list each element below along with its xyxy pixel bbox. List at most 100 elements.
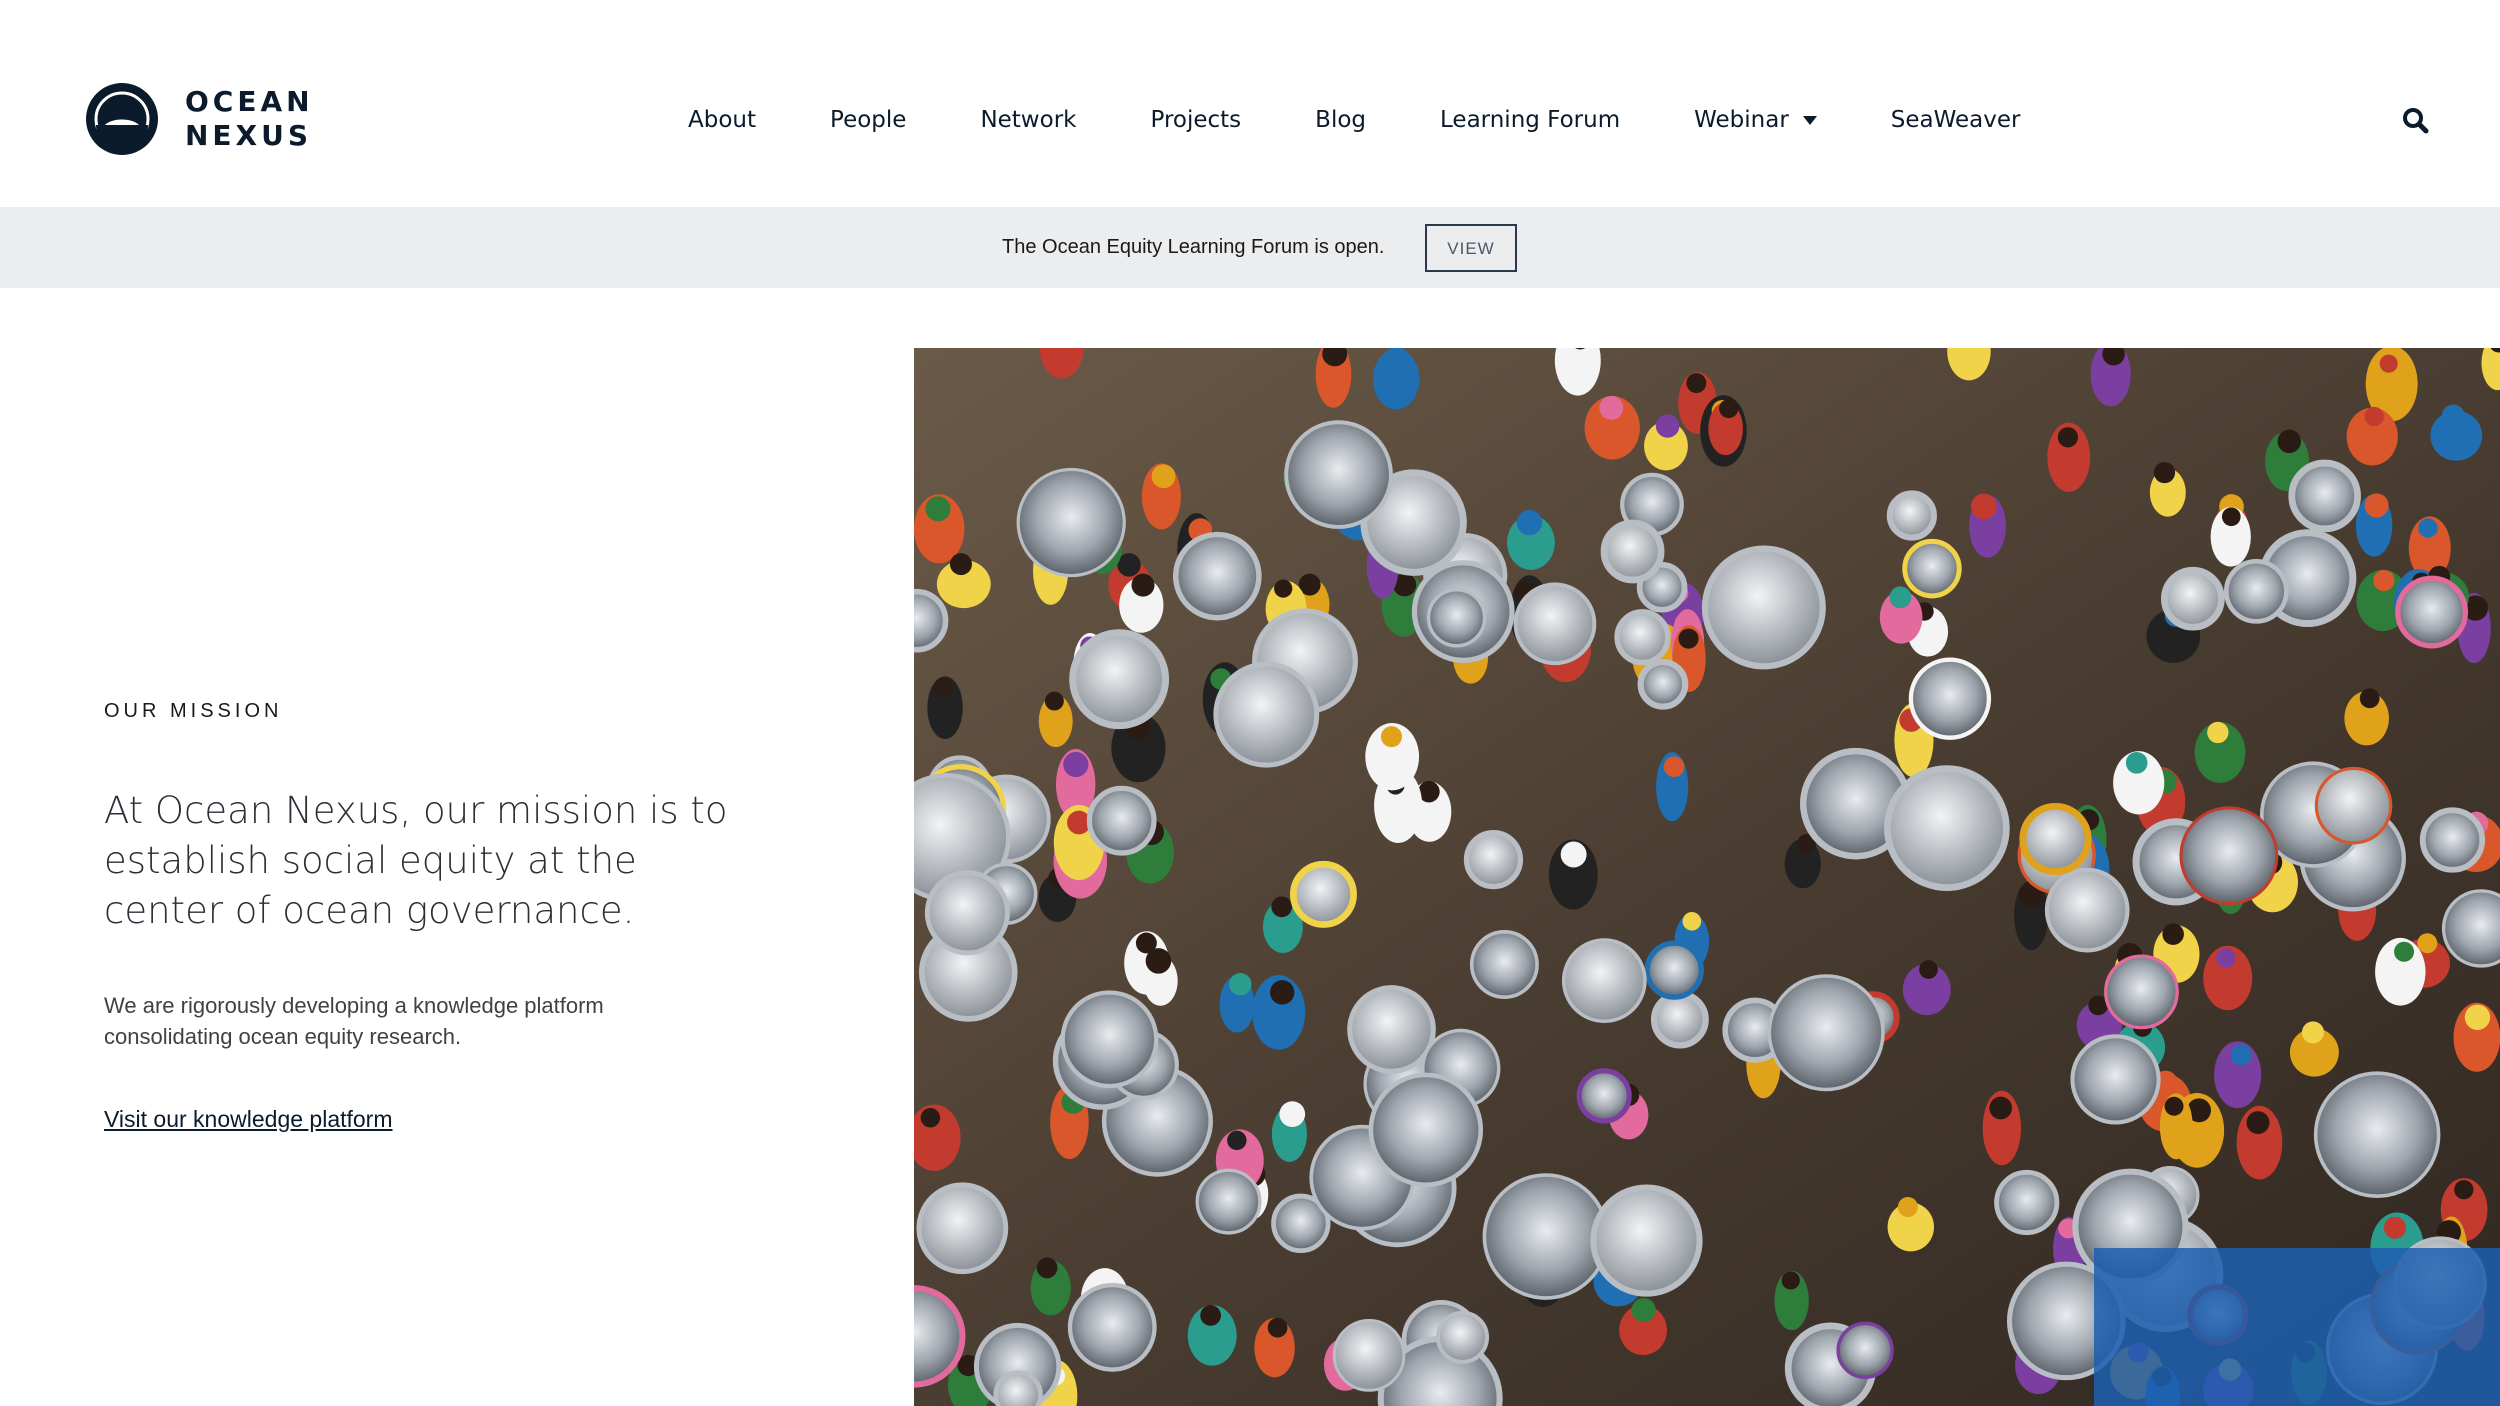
photo-fish-bowl bbox=[2313, 1071, 2441, 1198]
photo-fish-bowl bbox=[1590, 1184, 1703, 1297]
photo-fish-bowl bbox=[1902, 538, 1962, 599]
photo-person bbox=[1141, 463, 1181, 530]
photo-fish-bowl bbox=[914, 588, 949, 653]
nav-item-about[interactable]: About bbox=[688, 107, 756, 133]
nav-item-people[interactable]: People bbox=[830, 107, 906, 133]
photo-fish-bowl bbox=[1637, 658, 1689, 710]
photo-fish-bowl bbox=[1435, 1310, 1490, 1364]
photo-fish-bowl bbox=[2288, 459, 2361, 533]
photo-person bbox=[914, 494, 965, 564]
photo-fish-bowl bbox=[2314, 766, 2393, 845]
photo-person bbox=[1251, 975, 1306, 1050]
photo-fish-bowl bbox=[1284, 420, 1393, 529]
photo-person bbox=[2159, 1093, 2193, 1160]
photo-fish-bowl bbox=[1561, 938, 1647, 1024]
photo-person bbox=[1365, 723, 1420, 791]
nav-item-projects[interactable]: Projects bbox=[1150, 107, 1241, 133]
ocean-nexus-logo[interactable]: OCEAN NEXUS bbox=[83, 80, 314, 158]
photo-fish-bowl bbox=[2019, 802, 2092, 876]
nav-item-seaweaver[interactable]: SeaWeaver bbox=[1891, 107, 2021, 133]
photo-person bbox=[927, 676, 963, 739]
photo-fish-bowl bbox=[2044, 867, 2130, 953]
photo-person bbox=[2113, 751, 2165, 815]
announcement-text: The Ocean Equity Learning Forum is open. bbox=[1002, 236, 1385, 258]
photo-fish-bowl bbox=[2161, 566, 2225, 631]
photo-fish-bowl bbox=[1086, 785, 1157, 856]
photo-fish-bowl bbox=[993, 1370, 1043, 1406]
photo-fish-bowl bbox=[1908, 657, 1992, 740]
photo-fish-bowl bbox=[1060, 990, 1159, 1089]
photo-fish-bowl bbox=[1513, 582, 1597, 666]
photo-fish-bowl bbox=[2223, 559, 2289, 624]
market-photo bbox=[914, 348, 2500, 1406]
search-icon bbox=[2403, 108, 2429, 134]
photo-person bbox=[1187, 1305, 1237, 1366]
photo-person bbox=[2453, 1002, 2500, 1072]
photo-person bbox=[1656, 752, 1689, 822]
photo-fish-bowl bbox=[1332, 1319, 1406, 1392]
site-header: OCEAN NEXUS About People Network Project… bbox=[0, 0, 2500, 207]
photo-fish-bowl bbox=[1650, 990, 1709, 1049]
photo-fish-bowl bbox=[1016, 467, 1126, 578]
nav-item-webinar-label: Webinar bbox=[1694, 107, 1789, 133]
photo-fish-bowl bbox=[1576, 1068, 1632, 1124]
view-button[interactable]: VIEW bbox=[1425, 224, 1517, 272]
photo-fish-bowl bbox=[1469, 930, 1539, 999]
photo-fish-bowl bbox=[1886, 490, 1937, 541]
photo-fish-bowl bbox=[1173, 531, 1262, 621]
mission-heading: At Ocean Nexus, our mission is to establ… bbox=[104, 789, 728, 932]
photo-person bbox=[2194, 721, 2246, 783]
photo-fish-bowl bbox=[1067, 1282, 1157, 1372]
photo-fish-bowl bbox=[2395, 575, 2469, 649]
ocean-nexus-logo-icon bbox=[86, 83, 158, 155]
photo-fish-bowl bbox=[1644, 940, 1704, 1000]
photo-fish-bowl bbox=[1368, 1072, 1484, 1188]
photo-fish-bowl bbox=[1482, 1173, 1610, 1300]
search-button[interactable] bbox=[2400, 105, 2432, 137]
photo-person bbox=[1254, 1317, 1295, 1378]
main-nav: About People Network Projects Blog Learn… bbox=[688, 102, 2020, 138]
photo-fish-bowl bbox=[2070, 1034, 2161, 1125]
section-eyebrow: OUR MISSION bbox=[104, 700, 283, 722]
photo-person bbox=[2203, 945, 2253, 1011]
photo-person bbox=[1982, 1090, 2022, 1166]
photo-person bbox=[2375, 937, 2426, 1006]
photo-person bbox=[2210, 506, 2251, 567]
caret-down-icon bbox=[1802, 115, 1817, 125]
photo-fish-bowl bbox=[1289, 860, 1357, 928]
photo-fish-bowl bbox=[1884, 765, 2010, 891]
mission-body: We are rigorously developing a knowledge… bbox=[104, 993, 604, 1049]
photo-fish-bowl bbox=[1836, 1321, 1894, 1379]
photo-person bbox=[1774, 1270, 1809, 1331]
photo-fish-bowl bbox=[1426, 588, 1487, 648]
nav-item-network[interactable]: Network bbox=[980, 107, 1076, 133]
knowledge-platform-link[interactable]: Visit our knowledge platform bbox=[104, 1106, 393, 1133]
photo-fish-bowl bbox=[2441, 889, 2500, 968]
announcement-bar: The Ocean Equity Learning Forum is open. bbox=[0, 207, 2500, 288]
photo-fish-bowl bbox=[1213, 661, 1320, 768]
photo-fish-bowl bbox=[1463, 829, 1524, 890]
photo-fish-bowl bbox=[1600, 519, 1665, 584]
logo-line-1: OCEAN bbox=[185, 85, 314, 118]
photo-fish-bowl bbox=[1767, 974, 1885, 1092]
photo-fish-bowl bbox=[924, 870, 1010, 956]
photo-blue-tarp bbox=[2094, 1248, 2500, 1406]
photo-fish-bowl bbox=[1614, 609, 1671, 666]
nav-item-learning-forum[interactable]: Learning Forum bbox=[1440, 107, 1620, 133]
nav-item-webinar[interactable]: Webinar bbox=[1694, 107, 1817, 133]
photo-fish-bowl bbox=[1701, 545, 1826, 670]
photo-person bbox=[1584, 395, 1640, 460]
photo-fish-bowl bbox=[2179, 806, 2279, 906]
photo-fish-bowl bbox=[1195, 1168, 1262, 1235]
photo-person bbox=[2236, 1105, 2283, 1180]
photo-fish-bowl bbox=[2419, 807, 2486, 873]
photo-person bbox=[1548, 839, 1598, 910]
photo-fish-bowl bbox=[2104, 954, 2179, 1030]
photo-fish-bowl bbox=[1347, 985, 1436, 1074]
nav-item-blog[interactable]: Blog bbox=[1315, 107, 1366, 133]
photo-person bbox=[2047, 422, 2091, 492]
photo-fish-bowl bbox=[916, 1182, 1009, 1275]
photo-person bbox=[2214, 1041, 2262, 1109]
logo-wordmark: OCEAN NEXUS bbox=[185, 85, 314, 153]
photo-fish-bowl bbox=[1069, 629, 1170, 730]
